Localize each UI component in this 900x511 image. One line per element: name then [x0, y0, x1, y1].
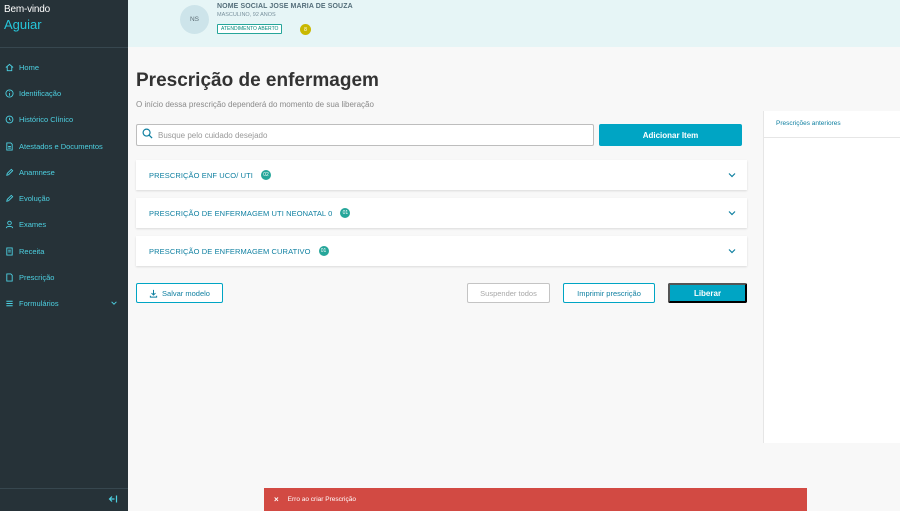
- sidebar-item-atestados[interactable]: Atestados e Documentos: [0, 133, 128, 159]
- sidebar-item-exames[interactable]: Exames: [0, 212, 128, 238]
- sidebar-item-label: Histórico Clínico: [19, 115, 74, 125]
- sidebar-item-label: Prescrição: [19, 273, 55, 283]
- search-input[interactable]: [158, 130, 593, 140]
- sidebar-item-home[interactable]: Home: [0, 54, 128, 80]
- error-toast: × Erro ao criar Prescrição: [264, 488, 807, 511]
- chevron-down-icon: [728, 211, 736, 216]
- sidebar-item-historico[interactable]: Histórico Clínico: [0, 107, 128, 133]
- add-item-button[interactable]: Adicionar Item: [599, 124, 742, 146]
- chevron-down-icon: [728, 173, 736, 178]
- welcome-block: Bem-vindo Aguiar: [0, 0, 128, 48]
- sidebar-item-prescricao[interactable]: Prescrição: [0, 264, 128, 290]
- sidebar-item-anamnese[interactable]: Anamnese: [0, 159, 128, 185]
- sidebar-nav: Home Identificação Histórico Clínico Ate…: [0, 48, 128, 317]
- avatar: NS: [180, 5, 209, 34]
- print-prescription-button[interactable]: Imprimir prescrição: [563, 283, 655, 303]
- sidebar-item-receita[interactable]: Receita: [0, 238, 128, 264]
- previous-prescriptions-panel: Prescrições anteriores: [763, 111, 900, 443]
- page-subtitle: O início dessa prescrição dependerá do m…: [136, 100, 374, 109]
- accordion-prescricao-uco-uti[interactable]: PRESCRIÇÃO ENF UCO/ UTI 02: [136, 160, 747, 190]
- save-model-button[interactable]: Salvar modelo: [136, 283, 223, 303]
- sidebar-item-label: Identificação: [19, 88, 62, 98]
- sidebar-item-formularios[interactable]: Formulários: [0, 291, 128, 317]
- count-badge: 01: [340, 208, 351, 218]
- count-badge: 01: [318, 246, 329, 256]
- collapse-icon: [108, 491, 118, 509]
- patient-info: MASCULINO, 92 ANOS: [217, 12, 276, 18]
- sidebar-item-identificacao[interactable]: Identificação: [0, 80, 128, 106]
- accordion-label: PRESCRIÇÃO DE ENFERMAGEM CURATIVO: [149, 246, 311, 256]
- patient-header: NS NOME SOCIAL JOSE MARIA DE SOUZA MASCU…: [128, 0, 900, 47]
- home-icon: [4, 62, 14, 72]
- accordion-label: PRESCRIÇÃO ENF UCO/ UTI: [149, 170, 253, 180]
- priority-badge: 8: [300, 24, 311, 35]
- list-icon: [4, 299, 14, 309]
- release-button[interactable]: Liberar: [668, 283, 747, 303]
- status-badge: ATENDIMENTO ABERTO: [217, 24, 283, 34]
- edit-icon: [4, 194, 14, 204]
- chevron-down-icon: [728, 249, 736, 254]
- sidebar-item-label: Home: [19, 62, 40, 72]
- patient-name: NOME SOCIAL JOSE MARIA DE SOUZA: [217, 3, 353, 10]
- sidebar-item-label: Anamnese: [19, 167, 55, 177]
- welcome-label: Bem-vindo: [4, 4, 50, 15]
- history-icon: [4, 115, 14, 125]
- file-icon: [4, 273, 14, 283]
- sidebar-item-evolucao[interactable]: Evolução: [0, 185, 128, 211]
- search-icon: [142, 126, 158, 144]
- previous-prescriptions-title[interactable]: Prescrições anteriores: [764, 111, 900, 138]
- sidebar-item-label: Formulários: [19, 299, 59, 309]
- save-model-label: Salvar modelo: [162, 288, 210, 298]
- accordion-prescricao-curativo[interactable]: PRESCRIÇÃO DE ENFERMAGEM CURATIVO 01: [136, 236, 747, 266]
- sidebar-item-label: Atestados e Documentos: [19, 141, 103, 151]
- toast-message: Erro ao criar Prescrição: [287, 496, 356, 503]
- search-box[interactable]: [136, 124, 594, 146]
- count-badge: 02: [260, 170, 271, 180]
- sidebar-collapse-button[interactable]: [0, 488, 128, 511]
- receipt-icon: [4, 246, 14, 256]
- info-icon: [4, 88, 14, 98]
- pencil-icon: [4, 167, 14, 177]
- close-icon[interactable]: ×: [274, 495, 279, 504]
- accordion-label: PRESCRIÇÃO DE ENFERMAGEM UTI NEONATAL 0: [149, 208, 333, 218]
- sidebar-item-label: Exames: [19, 220, 47, 230]
- page-title: Prescrição de enfermagem: [136, 70, 379, 91]
- sidebar-item-label: Receita: [19, 246, 45, 256]
- sidebar: Bem-vindo Aguiar Home Identificação Hist…: [0, 0, 128, 511]
- user-icon: [4, 220, 14, 230]
- accordion-prescricao-uti-neonatal[interactable]: PRESCRIÇÃO DE ENFERMAGEM UTI NEONATAL 0 …: [136, 198, 747, 228]
- chevron-down-icon: [110, 299, 118, 309]
- download-icon: [149, 289, 158, 298]
- user-name: Aguiar: [4, 17, 42, 32]
- sidebar-item-label: Evolução: [19, 194, 50, 204]
- document-icon: [4, 141, 14, 151]
- suspend-all-button[interactable]: Suspender todos: [467, 283, 550, 303]
